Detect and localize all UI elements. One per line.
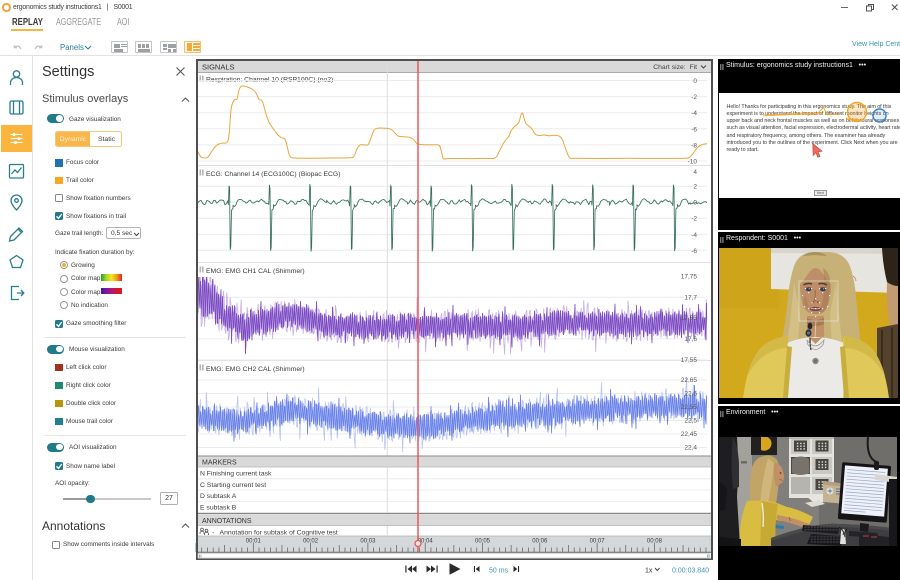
svg-text:17,7: 17,7: [684, 295, 697, 302]
svg-text:17,55: 17,55: [681, 357, 698, 364]
svg-text:50 ms: 50 ms: [489, 568, 509, 575]
svg-text:ECG: Channel 14 (ECG100C) (Bio: ECG: Channel 14 (ECG100C) (Biopac ECG): [206, 171, 340, 178]
svg-text:0: 0: [693, 78, 697, 85]
svg-text:22,4: 22,4: [684, 445, 697, 452]
svg-text:22,65: 22,65: [681, 377, 698, 384]
svg-text:-6: -6: [691, 126, 697, 133]
svg-text:-8: -8: [691, 142, 697, 149]
svg-text:22,6: 22,6: [684, 391, 697, 398]
svg-text:0: 0: [693, 199, 697, 206]
svg-text:-2: -2: [691, 94, 697, 101]
svg-text:-4: -4: [691, 110, 697, 117]
svg-text:22,5: 22,5: [684, 418, 697, 425]
svg-text:4: 4: [693, 169, 697, 176]
svg-text:EMG: EMG CH2 CAL (Shimmer): EMG: EMG CH2 CAL (Shimmer): [206, 366, 305, 373]
svg-text:-10: -10: [688, 159, 698, 166]
svg-text:17,75: 17,75: [681, 274, 698, 281]
svg-text:EMG: EMG CH1 CAL (Shimmer): EMG: EMG CH1 CAL (Shimmer): [206, 268, 305, 275]
svg-text:1x: 1x: [645, 568, 653, 575]
svg-text:E subtask B: E subtask B: [200, 504, 237, 511]
svg-text:SIGNALS: SIGNALS: [202, 63, 235, 72]
svg-text:-4: -4: [691, 232, 697, 239]
svg-text:MARKERS: MARKERS: [202, 460, 237, 467]
svg-text:C Starting current test: C Starting current test: [200, 482, 266, 489]
svg-text:-2: -2: [691, 216, 697, 223]
svg-text:ANNOTATIONS: ANNOTATIONS: [202, 518, 252, 525]
svg-text:0:00:03.840: 0:00:03.840: [672, 568, 709, 575]
svg-text:2: 2: [693, 184, 697, 191]
svg-text:17,6: 17,6: [684, 336, 697, 343]
svg-text:22,45: 22,45: [681, 431, 698, 438]
svg-text:-6: -6: [691, 248, 697, 255]
svg-text:17,65: 17,65: [681, 315, 698, 322]
svg-text:D subtask A: D subtask A: [200, 493, 237, 500]
svg-text:Chart size: Fit: Chart size: Fit: [653, 64, 697, 71]
svg-text:22,55: 22,55: [681, 404, 698, 411]
svg-text:N Finishing current task: N Finishing current task: [200, 471, 272, 478]
svg-text:- Annotation for subtask of: - Annotation for subtask of Cognitive te…: [212, 530, 338, 537]
